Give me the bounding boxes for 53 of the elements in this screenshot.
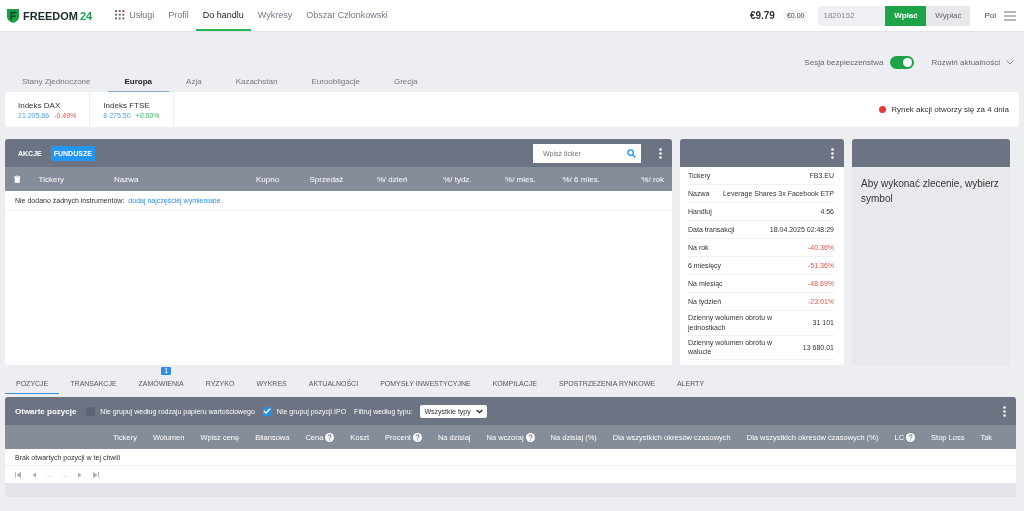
scrollbar[interactable] (5, 483, 1016, 497)
checkbox[interactable] (262, 406, 272, 416)
help-icon[interactable] (412, 432, 422, 442)
column-header[interactable]: %/ tydz. (407, 174, 472, 184)
column-header[interactable]: Sprzedaż (279, 174, 344, 184)
balance-amount: €9.79 (749, 10, 775, 21)
nav-link[interactable]: Wykresy (250, 0, 300, 31)
nav-link[interactable]: Obszar Członkowski (299, 0, 395, 31)
last-page-icon[interactable] (93, 471, 100, 478)
column-header[interactable]: %/ dzień (343, 174, 408, 184)
search-icon[interactable] (627, 148, 636, 158)
brand-number: 24 (80, 9, 93, 22)
account-field[interactable]: 1820152 (818, 5, 886, 26)
index-name: Indeks FTSE (103, 100, 151, 110)
more-icon[interactable] (1003, 405, 1006, 417)
column-header[interactable]: Nazwa (114, 174, 214, 184)
language-selector[interactable]: Pol (984, 11, 996, 20)
order-message: Aby wykonać zlecenie, wybierz symbol (861, 177, 1000, 206)
toggle-switch[interactable] (889, 56, 914, 69)
nav-link[interactable]: Do handlu (195, 0, 251, 31)
column-header[interactable]: %/ rok (599, 174, 664, 184)
market-status-text: Rynek akcji otworzy się za 4 dnia (891, 105, 1009, 114)
expand-news-link[interactable]: Rozwiń aktualności (931, 58, 1000, 67)
column-header[interactable]: %/ 6 mies. (535, 174, 600, 184)
region-tab[interactable]: Grecja (376, 72, 435, 92)
chevron-down-icon[interactable] (475, 408, 483, 414)
next-page-icon[interactable] (77, 471, 84, 478)
more-icon[interactable] (831, 147, 834, 159)
grid-icon (115, 9, 126, 20)
column-header[interactable]: Kupno (213, 174, 280, 184)
previous-page-icon[interactable] (31, 471, 37, 478)
column-header[interactable]: %/ mies. (471, 174, 536, 184)
help-icon[interactable] (906, 432, 916, 442)
help-icon[interactable] (325, 432, 335, 442)
deposit-button[interactable]: Wpłać (885, 5, 927, 26)
menu-icon[interactable] (1004, 10, 1016, 21)
column-header[interactable]: Tickery (20, 174, 115, 184)
brand-name: FREEDOM (23, 9, 78, 22)
more-icon[interactable] (659, 147, 662, 159)
security-session-label: Sesja bezpieczeństwa (804, 58, 884, 67)
region-tab[interactable]: Kazachstan (218, 72, 295, 92)
region-tab[interactable]: Azja (169, 72, 219, 92)
nav-link[interactable]: Profil (161, 0, 196, 31)
shield-logo-icon (6, 7, 20, 24)
first-page-icon[interactable] (15, 471, 21, 478)
index-name: Indeks DAX (18, 100, 62, 110)
help-icon[interactable] (525, 432, 535, 442)
withdraw-button[interactable]: Wypłać (926, 5, 971, 26)
nav-link[interactable]: Usługi (108, 0, 162, 31)
trash-icon[interactable] (14, 175, 21, 183)
positions-title: Otwarte pozycje (15, 406, 77, 416)
region-tab[interactable]: Euroobligacje (294, 72, 377, 92)
region-tab[interactable]: Stany Zjednoczone (5, 72, 108, 92)
